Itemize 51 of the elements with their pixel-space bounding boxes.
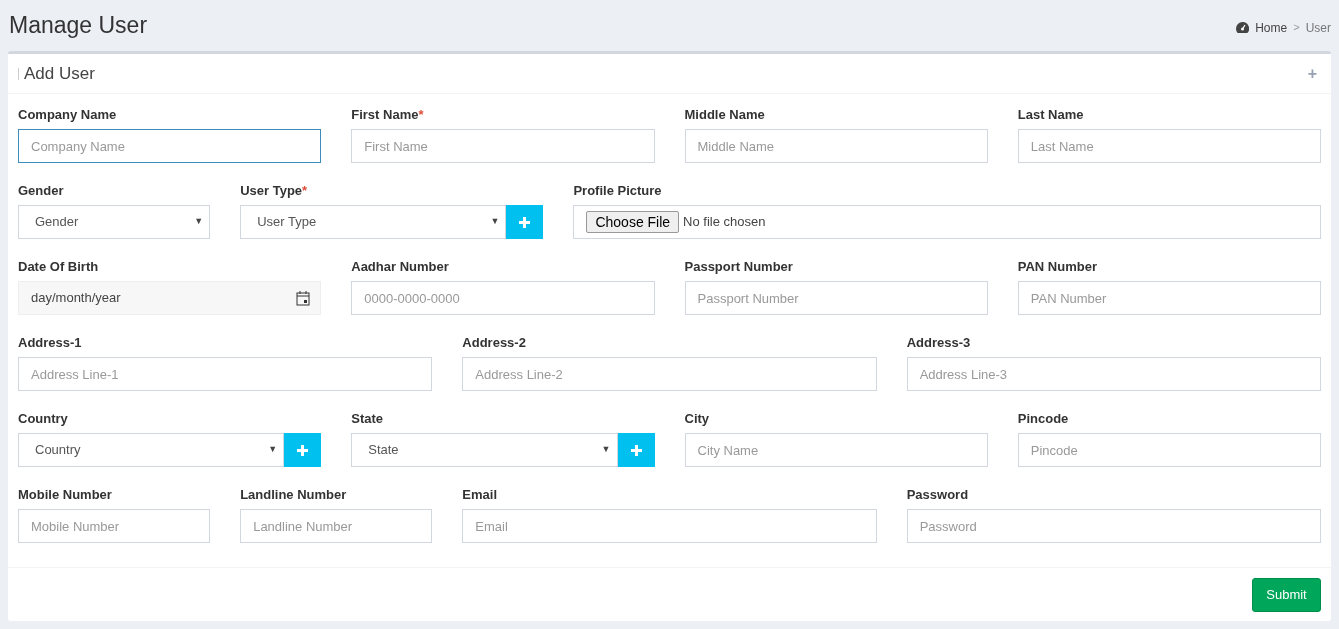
breadcrumb-link[interactable]: Home [1255, 18, 1288, 37]
field-label: Country [18, 410, 68, 427]
file-field[interactable]: Choose File No file chosen [573, 205, 1321, 239]
field-label: Address-3 [906, 334, 971, 351]
breadcrumb-separator: > [1293, 20, 1300, 36]
choose-file-button[interactable]: Choose File [586, 211, 680, 233]
calendar-icon [296, 290, 311, 306]
breadcrumb-current: User [1305, 19, 1331, 37]
field-label: Landline Number [240, 486, 347, 503]
caret-icon: ▼ [268, 443, 278, 457]
dropdown[interactable]: User Type ▼ [240, 205, 507, 239]
field-label: Date Of Birth [18, 258, 99, 275]
file-status: No file chosen [683, 213, 766, 232]
dropdown[interactable]: State ▼ [351, 433, 618, 467]
field-label: Last Name [1017, 106, 1084, 123]
caret-icon: ▼ [601, 443, 611, 457]
dropdown[interactable]: Country ▼ [18, 433, 285, 467]
field-label: City [684, 410, 710, 427]
field-label: Gender [18, 182, 64, 199]
text-field[interactable]: Company Name [18, 129, 322, 163]
caret-icon: ▼ [490, 215, 500, 229]
field-label: Aadhar Number [351, 258, 449, 275]
caret-icon: ▼ [194, 215, 204, 229]
field-label: First Name [351, 106, 419, 123]
field-label: Password [906, 486, 969, 503]
dashboard-icon [1236, 22, 1250, 33]
field-label: Mobile Number [18, 486, 112, 503]
field-label: Address-1 [18, 334, 82, 351]
card-title: Add User [24, 62, 95, 85]
field-label: User Type [240, 182, 303, 199]
field-label: Email [462, 486, 497, 503]
field-label: State [351, 410, 384, 427]
field-label: Middle Name [684, 106, 765, 123]
plus-icon [297, 444, 309, 456]
required-mark: * [302, 182, 308, 199]
add-button[interactable] [506, 205, 544, 239]
required-mark: * [418, 106, 424, 123]
bar-icon [18, 67, 21, 80]
field-label: Address-2 [462, 334, 526, 351]
plus-icon [519, 216, 531, 228]
field-label: Passport Number [684, 258, 793, 275]
add-button[interactable] [284, 433, 322, 467]
field-label: Company Name [18, 106, 117, 123]
field-label: PAN Number [1017, 258, 1097, 275]
dropdown[interactable]: Gender ▼ [18, 205, 211, 239]
field-label: Profile Picture [573, 182, 662, 199]
date-field[interactable]: day/month/year [18, 281, 322, 315]
plus-icon [630, 444, 642, 456]
field-label: Pincode [1017, 410, 1069, 427]
add-button[interactable] [617, 433, 655, 467]
page-title: Manage User [9, 10, 148, 40]
